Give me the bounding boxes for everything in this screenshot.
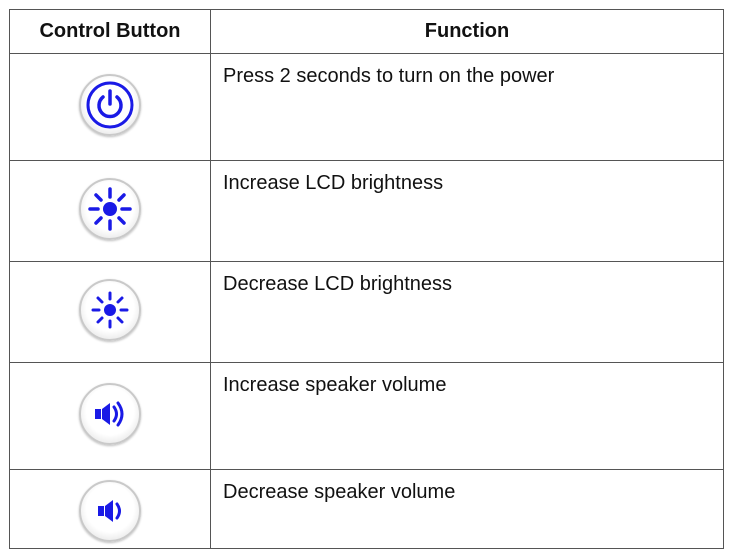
volume-up-button [79, 382, 141, 445]
function-text: Decrease speaker volume [210, 469, 724, 549]
header-function: Function [210, 9, 724, 54]
brightness-up-icon [88, 186, 132, 231]
power-icon [86, 81, 134, 128]
icon-cell [9, 469, 211, 549]
brightness-down-icon [91, 291, 129, 328]
brightness-down-button [79, 278, 141, 341]
table-row: Increase LCD brightness [9, 160, 724, 262]
table-row: Decrease speaker volume [9, 469, 724, 549]
function-text: Press 2 seconds to turn on the power [210, 53, 724, 161]
icon-cell [9, 261, 211, 363]
icon-cell [9, 362, 211, 470]
function-text: Increase speaker volume [210, 362, 724, 470]
table-row: Press 2 seconds to turn on the power [9, 53, 724, 161]
table-header-row: Control Button Function [9, 9, 724, 54]
icon-cell [9, 53, 211, 161]
volume-down-button [79, 479, 141, 542]
function-text: Decrease LCD brightness [210, 261, 724, 363]
power-button [79, 73, 141, 136]
volume-up-icon [95, 401, 124, 426]
icon-cell [9, 160, 211, 262]
function-table: Control Button Function Press 2 seconds … [9, 9, 724, 549]
brightness-up-button [79, 177, 141, 240]
table-row: Increase speaker volume [9, 362, 724, 470]
volume-down-icon [98, 499, 121, 522]
control-button-table: Control Button Function Press 2 seconds … [9, 9, 724, 549]
table-row: Decrease LCD brightness [9, 261, 724, 363]
header-control-button: Control Button [9, 9, 211, 54]
function-text: Increase LCD brightness [210, 160, 724, 262]
